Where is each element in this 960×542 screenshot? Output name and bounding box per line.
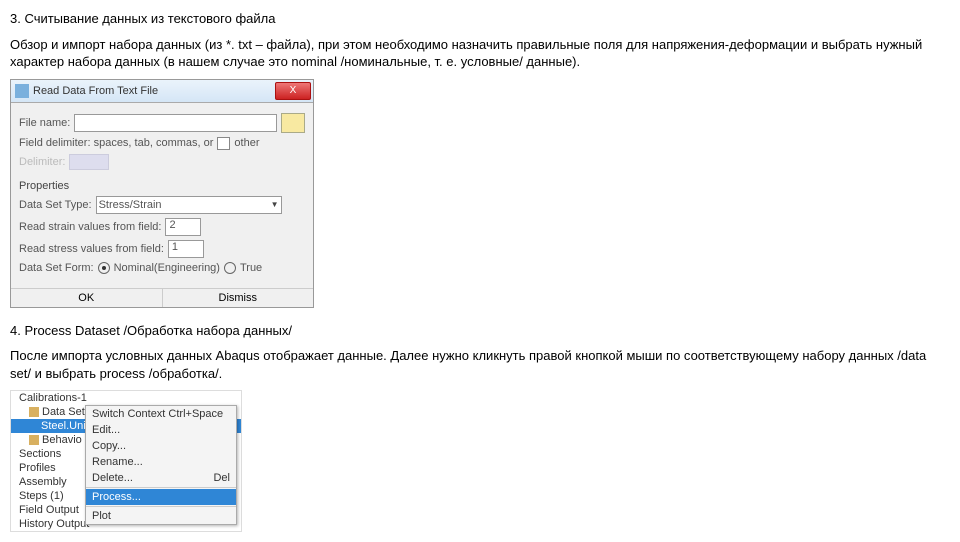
section-4-text: После импорта условных данных Abaqus ото… [10,347,950,382]
delimiter-input[interactable] [69,154,109,170]
context-menu: Switch Context Ctrl+Space Edit... Copy..… [85,405,237,525]
section-4-title: 4. Process Dataset /Обработка набора дан… [10,322,950,340]
model-tree: Calibrations-1 Data Sets (1) Steel.UniTe… [10,390,242,532]
ok-button[interactable]: OK [11,289,163,307]
close-icon[interactable]: X [275,82,311,100]
dataset-form-label: Data Set Form: [19,262,94,274]
section-3-text: Обзор и импорт набора данных (из *. txt … [10,36,950,71]
stress-field-label: Read stress values from field: [19,243,164,255]
read-data-dialog: Read Data From Text File X File name: Fi… [10,79,314,308]
filename-input[interactable] [74,114,277,132]
section-3-title: 3. Считывание данных из текстового файла [10,10,950,28]
other-checkbox[interactable] [217,137,230,150]
menu-plot[interactable]: Plot [86,508,236,524]
dialog-titlebar: Read Data From Text File X [11,80,313,103]
menu-separator [86,506,236,507]
menu-switch-context[interactable]: Switch Context Ctrl+Space [86,406,236,422]
folder-icon [29,407,39,417]
menu-rename[interactable]: Rename... [86,454,236,470]
app-icon [15,84,29,98]
nominal-radio[interactable] [98,262,110,274]
true-radio[interactable] [224,262,236,274]
other-label: other [234,137,259,149]
dismiss-button[interactable]: Dismiss [163,289,314,307]
properties-header: Properties [19,180,305,192]
strain-field-input[interactable]: 2 [165,218,201,236]
nominal-label: Nominal(Engineering) [114,262,220,274]
dataset-type-select[interactable]: Stress/Strain ▼ [96,196,282,214]
dataset-type-label: Data Set Type: [19,199,92,211]
true-label: True [240,262,262,274]
menu-process[interactable]: Process... [86,489,236,505]
delim-text: Field delimiter: spaces, tab, commas, or [19,137,213,149]
menu-separator [86,487,236,488]
browse-icon[interactable] [281,113,305,133]
menu-copy[interactable]: Copy... [86,438,236,454]
menu-delete[interactable]: Delete...Del [86,470,236,486]
chevron-down-icon: ▼ [271,200,279,209]
tree-calibrations[interactable]: Calibrations-1 [11,391,241,405]
stress-field-input[interactable]: 1 [168,240,204,258]
delimiter-label: Delimiter: [19,156,65,168]
filename-label: File name: [19,117,70,129]
folder-icon [29,435,39,445]
dialog-title: Read Data From Text File [33,85,275,97]
menu-edit[interactable]: Edit... [86,422,236,438]
dataset-type-value: Stress/Strain [99,199,162,211]
strain-field-label: Read strain values from field: [19,221,161,233]
